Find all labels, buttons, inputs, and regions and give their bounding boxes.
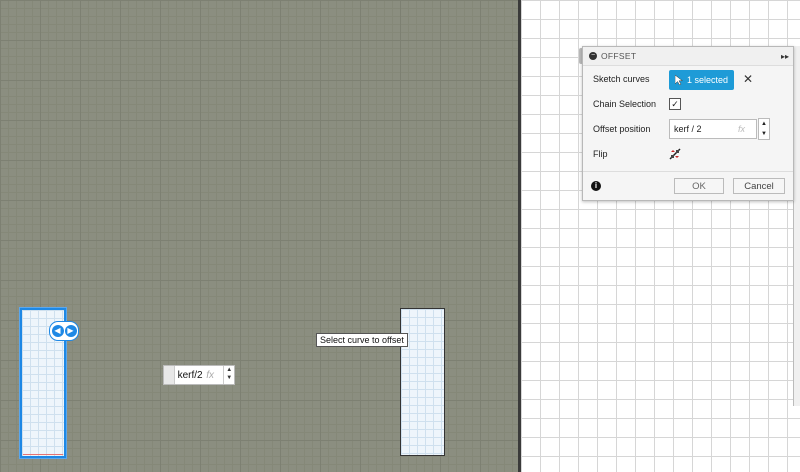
offset-dialog: − OFFSET ▸▸ Sketch curves 1 selected ✕ C… [582, 46, 794, 201]
offset-position-label: Offset position [593, 123, 651, 134]
offset-position-row: Offset position kerf / 2 fx ▲ ▼ [583, 116, 793, 141]
clear-selection-icon[interactable]: ✕ [743, 72, 753, 86]
flip-direction-handle[interactable]: ◀ ▶ [49, 321, 79, 341]
offset-position-value[interactable]: kerf / 2 [670, 124, 738, 134]
inline-stepper[interactable]: ▲ ▼ [223, 366, 234, 384]
sketch-curves-row: Sketch curves 1 selected ✕ [583, 66, 793, 91]
flip-label: Flip [593, 148, 608, 159]
drag-grip[interactable] [164, 366, 175, 384]
inline-offset-input[interactable]: kerf/2 fx ▲ ▼ [163, 365, 235, 385]
arrow-left-icon: ◀ [51, 325, 64, 337]
offset-position-stepper[interactable]: ▲ ▼ [758, 117, 770, 140]
arrow-right-icon: ▶ [64, 325, 77, 337]
cursor-arrow-icon [675, 74, 683, 85]
collapse-icon[interactable]: − [589, 52, 597, 60]
tooltip: Select curve to offset [316, 333, 408, 347]
sketch-curves-select-button[interactable]: 1 selected [669, 69, 735, 90]
cancel-button[interactable]: Cancel [733, 178, 785, 194]
chain-selection-checkbox[interactable]: ✓ [669, 97, 681, 110]
stepper-up-icon[interactable]: ▲ [759, 119, 769, 129]
sketch-curves-label: Sketch curves [593, 73, 650, 84]
stepper-up-icon[interactable]: ▲ [224, 366, 234, 374]
ok-button[interactable]: OK [674, 178, 724, 194]
chain-selection-label: Chain Selection [593, 98, 657, 109]
stepper-down-icon[interactable]: ▼ [759, 129, 769, 139]
expand-icon[interactable]: ▸▸ [781, 52, 789, 61]
chain-selection-row: Chain Selection ✓ [583, 91, 793, 116]
offset-position-input[interactable]: kerf / 2 fx [669, 118, 757, 139]
inline-offset-value[interactable]: kerf/2 [175, 370, 207, 381]
right-panel-edge [793, 46, 800, 406]
dialog-title: OFFSET [601, 51, 637, 61]
dialog-footer: i OK Cancel [583, 171, 793, 200]
flip-row: Flip [583, 141, 793, 166]
flip-icon[interactable] [669, 147, 681, 160]
info-icon[interactable]: i [591, 181, 601, 191]
stepper-down-icon[interactable]: ▼ [224, 374, 234, 382]
sketch-rectangle[interactable] [400, 308, 445, 456]
fx-icon[interactable]: fx [206, 370, 223, 381]
dialog-header[interactable]: − OFFSET ▸▸ [583, 47, 793, 66]
selection-count: 1 selected [687, 74, 729, 85]
fx-icon[interactable]: fx [738, 124, 750, 134]
